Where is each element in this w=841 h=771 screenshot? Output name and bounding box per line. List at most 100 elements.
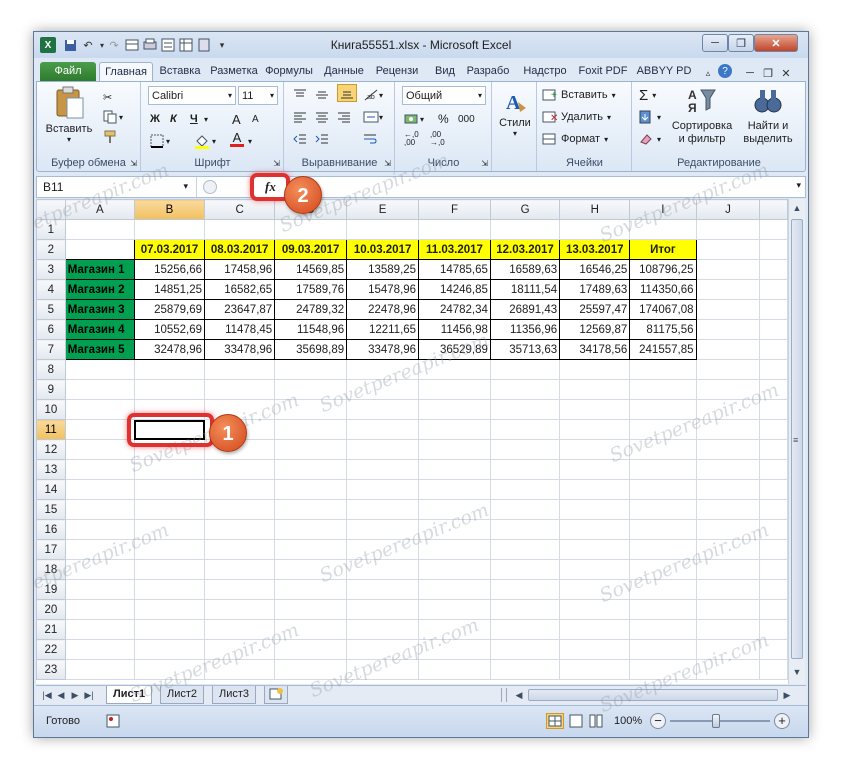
cell[interactable] xyxy=(64,619,135,640)
zoom-slider-track[interactable] xyxy=(670,720,770,722)
cell[interactable] xyxy=(64,519,135,540)
expand-formula-bar-icon[interactable]: ▾ xyxy=(796,180,801,191)
value-cell[interactable]: 10552,69 xyxy=(133,319,206,340)
store-label-cell[interactable]: Магазин 3 xyxy=(64,299,135,320)
value-cell[interactable]: 22478,96 xyxy=(346,299,420,320)
row-header[interactable]: 9 xyxy=(36,379,66,400)
row-header[interactable]: 21 xyxy=(36,619,66,640)
cell[interactable] xyxy=(559,459,631,480)
find-select-button[interactable]: Найти и выделить xyxy=(737,86,799,146)
cell[interactable] xyxy=(759,519,788,540)
cell[interactable] xyxy=(418,379,491,400)
row-header[interactable]: 7 xyxy=(36,339,66,360)
cell[interactable] xyxy=(759,439,788,460)
cell[interactable] xyxy=(629,579,697,600)
cell[interactable] xyxy=(133,459,206,480)
value-cell[interactable]: 16546,25 xyxy=(559,259,631,280)
cell[interactable] xyxy=(629,219,697,240)
cell[interactable] xyxy=(64,379,135,400)
grow-font-button[interactable]: A xyxy=(232,110,241,128)
cell[interactable] xyxy=(695,259,761,280)
value-cell[interactable]: 114350,66 xyxy=(629,279,697,300)
table-header-cell[interactable]: 12.03.2017 xyxy=(489,239,561,260)
number-launcher-icon[interactable]: ⇲ xyxy=(481,159,488,168)
cell[interactable] xyxy=(489,659,561,680)
cell[interactable] xyxy=(695,519,761,540)
align-top-icon[interactable] xyxy=(293,86,307,104)
cell[interactable] xyxy=(759,299,788,320)
collapse-ribbon-icon[interactable]: ▵ xyxy=(700,65,716,81)
sheet-tab-2[interactable]: Лист2 xyxy=(160,686,205,704)
store-label-cell[interactable]: Магазин 4 xyxy=(64,319,135,340)
cell[interactable] xyxy=(695,479,761,500)
cell[interactable] xyxy=(629,599,697,620)
zoom-in-icon[interactable]: + xyxy=(774,713,790,729)
cell[interactable] xyxy=(695,659,761,680)
row-header[interactable]: 2 xyxy=(36,239,66,260)
value-cell[interactable]: 36529,89 xyxy=(418,339,491,360)
tab-developer[interactable]: Разрабо xyxy=(462,62,514,81)
cell[interactable] xyxy=(133,659,206,680)
cell[interactable] xyxy=(629,639,697,660)
font-name-combo[interactable]: Calibri ▾ xyxy=(148,86,236,105)
cell[interactable] xyxy=(274,439,348,460)
insert-cells-button[interactable]: + Вставить ▾ xyxy=(542,86,616,104)
column-header[interactable]: H xyxy=(559,199,631,220)
column-header[interactable]: E xyxy=(346,199,420,220)
cell[interactable] xyxy=(274,599,348,620)
cell[interactable] xyxy=(489,439,561,460)
table-header-cell[interactable]: 11.03.2017 xyxy=(418,239,491,260)
wb-close-icon[interactable]: ✕ xyxy=(778,65,794,81)
cell[interactable] xyxy=(695,399,761,420)
table-header-cell[interactable]: 08.03.2017 xyxy=(204,239,276,260)
cell[interactable] xyxy=(695,239,761,260)
cell[interactable] xyxy=(489,519,561,540)
value-cell[interactable]: 17458,96 xyxy=(204,259,276,280)
bold-button[interactable]: Ж xyxy=(150,110,160,128)
cell[interactable] xyxy=(629,439,697,460)
value-cell[interactable]: 81175,56 xyxy=(629,319,697,340)
cell[interactable] xyxy=(346,379,420,400)
value-cell[interactable]: 14785,65 xyxy=(418,259,491,280)
row-header[interactable]: 8 xyxy=(36,359,66,380)
number-format-combo[interactable]: Общий ▾ xyxy=(402,86,486,105)
select-all-corner[interactable] xyxy=(36,199,66,220)
cell[interactable] xyxy=(204,639,276,660)
cell[interactable] xyxy=(133,559,206,580)
cell[interactable] xyxy=(489,359,561,380)
cell[interactable] xyxy=(418,459,491,480)
help-icon[interactable]: ? xyxy=(718,64,732,78)
value-cell[interactable]: 33478,96 xyxy=(204,339,276,360)
cell[interactable] xyxy=(559,499,631,520)
cell[interactable] xyxy=(274,419,348,440)
cell[interactable] xyxy=(133,539,206,560)
row-header[interactable]: 17 xyxy=(36,539,66,560)
cell[interactable] xyxy=(489,219,561,240)
cell[interactable] xyxy=(759,659,788,680)
value-cell[interactable]: 35713,63 xyxy=(489,339,561,360)
value-cell[interactable]: 17489,63 xyxy=(559,279,631,300)
wb-restore-icon[interactable]: ❐ xyxy=(760,65,776,81)
cell[interactable] xyxy=(133,639,206,660)
comma-style-button[interactable]: 000 xyxy=(458,110,475,128)
cell[interactable] xyxy=(274,499,348,520)
cell[interactable] xyxy=(489,539,561,560)
cell[interactable] xyxy=(559,539,631,560)
borders-icon[interactable]: ▾ xyxy=(150,132,170,150)
last-sheet-icon[interactable]: ▶| xyxy=(82,688,96,702)
row-header[interactable]: 19 xyxy=(36,579,66,600)
cell[interactable] xyxy=(204,379,276,400)
cell[interactable] xyxy=(629,499,697,520)
cell[interactable] xyxy=(64,439,135,460)
value-cell[interactable]: 14569,85 xyxy=(274,259,348,280)
decrease-indent-icon[interactable] xyxy=(293,130,307,148)
currency-format-icon[interactable]: ▾ xyxy=(404,110,424,128)
cell[interactable] xyxy=(204,579,276,600)
cell[interactable] xyxy=(64,419,135,440)
column-header[interactable]: I xyxy=(629,199,697,220)
cell[interactable] xyxy=(133,479,206,500)
underline-button[interactable]: Ч xyxy=(190,110,198,128)
sort-filter-button[interactable]: AЯ Сортировка и фильтр xyxy=(669,86,735,146)
cell[interactable] xyxy=(489,399,561,420)
cell[interactable] xyxy=(759,579,788,600)
